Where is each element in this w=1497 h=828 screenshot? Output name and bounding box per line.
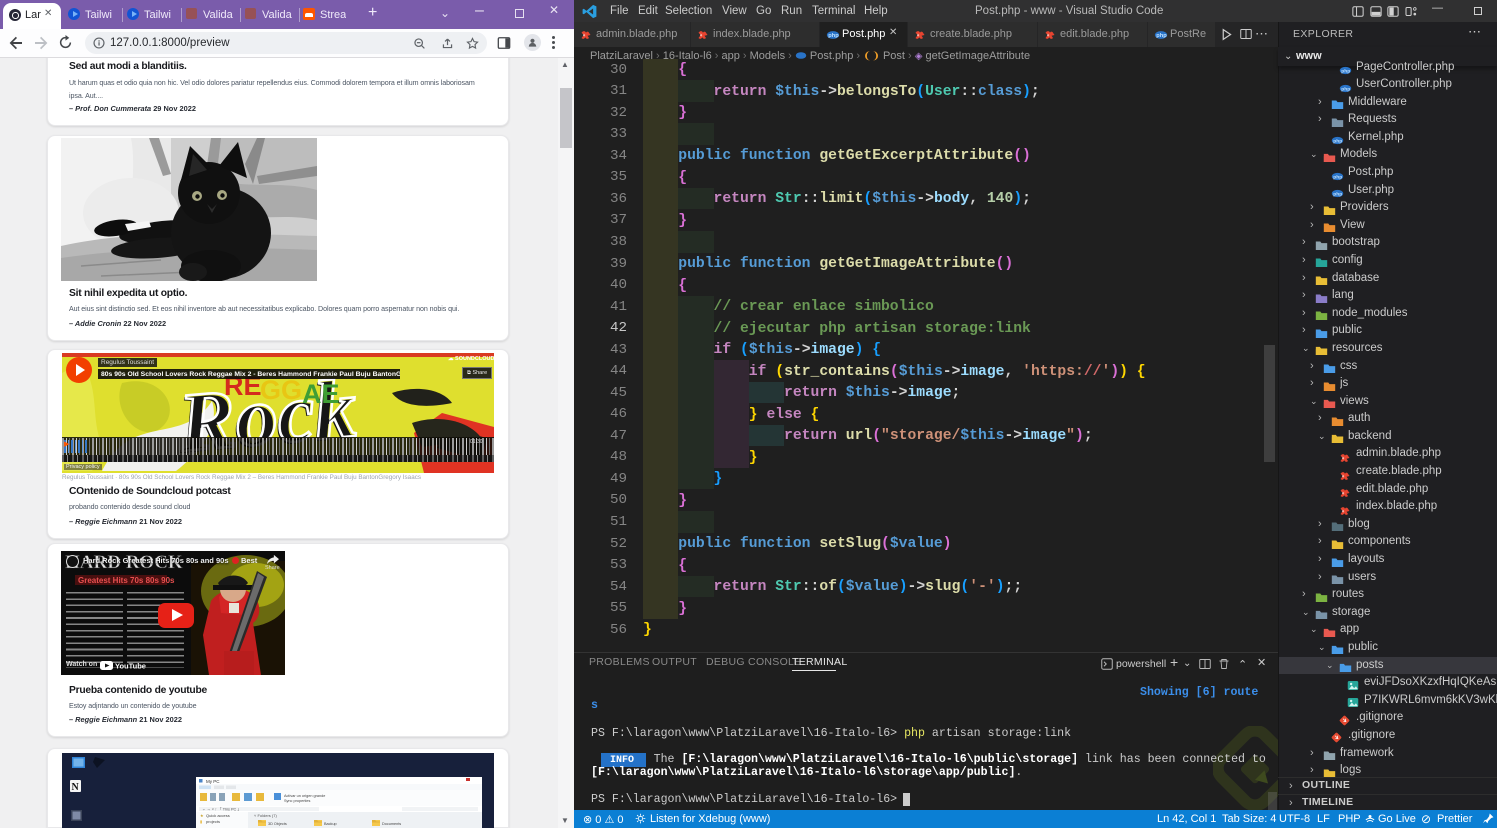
svg-text:php: php	[1333, 192, 1342, 198]
svg-text:GG: GG	[260, 375, 302, 405]
svg-text:php: php	[1333, 174, 1342, 180]
svg-text:YouTube: YouTube	[115, 662, 146, 671]
svg-text:Quick access: Quick access	[206, 813, 230, 818]
svg-text:AE: AE	[302, 379, 340, 409]
svg-text:php: php	[1333, 139, 1342, 145]
svg-text:Activar un origen grande: Activar un origen grande	[284, 794, 325, 798]
svg-text:php: php	[828, 33, 839, 39]
svg-text:← → ˅ ↑ 「 This PC 」: ← → ˅ ↑ 「 This PC 」	[202, 807, 241, 812]
svg-text:projects: projects	[206, 819, 220, 824]
svg-text:Greatest Hits 70s 80s 90s: Greatest Hits 70s 80s 90s	[78, 576, 175, 585]
svg-text:php: php	[1341, 86, 1350, 92]
svg-text:php: php	[1156, 33, 1167, 39]
svg-text:★: ★	[200, 813, 204, 818]
svg-text:Documents: Documents	[382, 822, 401, 826]
svg-text:Sync properties: Sync properties	[284, 799, 310, 803]
svg-text:Backup: Backup	[324, 822, 337, 826]
svg-text:N: N	[72, 782, 80, 793]
svg-text:▮: ▮	[200, 819, 202, 824]
svg-text:˅ Folders (7): ˅ Folders (7)	[254, 813, 277, 818]
svg-text:php: php	[1341, 69, 1350, 75]
svg-text:My PC: My PC	[206, 779, 220, 784]
svg-text:3D Objects: 3D Objects	[268, 822, 287, 826]
